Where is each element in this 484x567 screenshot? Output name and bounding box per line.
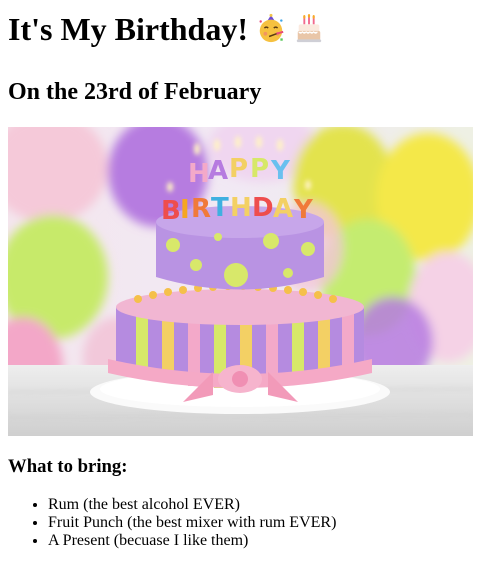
svg-text:R: R <box>191 194 211 224</box>
svg-text:A: A <box>273 194 293 224</box>
svg-text:Y: Y <box>270 156 291 186</box>
list-item: Rum (the best alcohol EVER) <box>48 496 476 514</box>
svg-text:B: B <box>161 196 181 226</box>
svg-text:D: D <box>252 193 274 223</box>
svg-text:I: I <box>180 195 190 225</box>
page-subtitle: On the 23rd of February <box>8 79 262 105</box>
page-title: It's My Birthday! <box>8 10 476 48</box>
partying-face-icon <box>259 13 284 43</box>
svg-text:Y: Y <box>293 195 314 225</box>
svg-text:A: A <box>208 156 228 186</box>
birthday-cake-photo: H A P P Y B I R T H D A Y <box>8 127 473 436</box>
svg-text:P: P <box>229 154 248 184</box>
page-content: It's My Birthday! On the 23rd of Februar… <box>0 10 484 550</box>
bring-list: Rum (the best alcohol EVER) Fruit Punch … <box>8 496 476 550</box>
svg-text:H: H <box>188 159 210 189</box>
list-item: A Present (becuase I like them) <box>48 532 476 550</box>
page-title-text: It's My Birthday! <box>8 11 248 47</box>
birthday-cake-icon <box>296 14 322 43</box>
section-heading: What to bring: <box>8 456 128 477</box>
list-item: Fruit Punch (the best mixer with rum EVE… <box>48 514 476 532</box>
svg-text:H: H <box>230 193 252 223</box>
svg-text:P: P <box>250 154 269 184</box>
svg-text:T: T <box>211 193 229 223</box>
